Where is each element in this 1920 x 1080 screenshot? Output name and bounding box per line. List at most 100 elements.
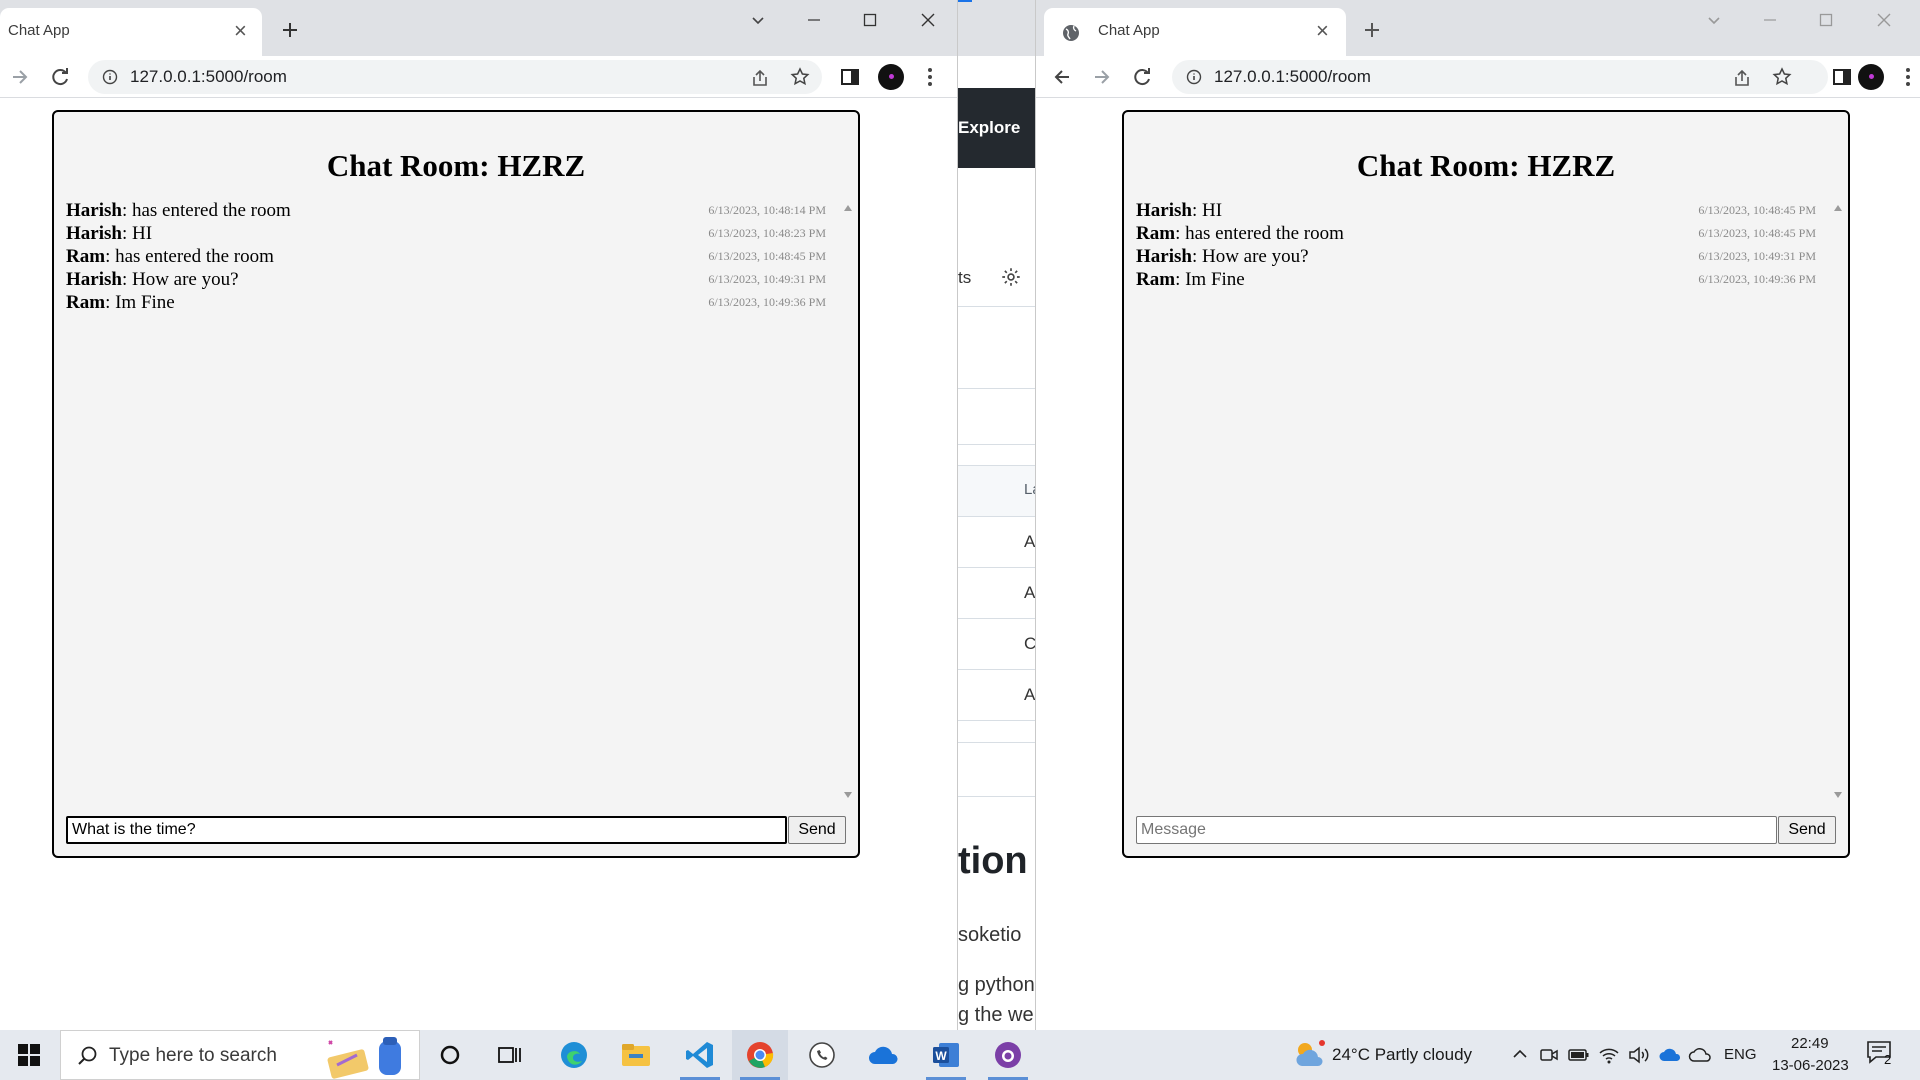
weather-partly-cloudy-icon[interactable] bbox=[1292, 1038, 1326, 1072]
search-placeholder: Type here to search bbox=[109, 1045, 277, 1066]
message-text: : Im Fine bbox=[1175, 269, 1245, 290]
cortana-icon[interactable] bbox=[424, 1030, 476, 1080]
snippet-heading: tion bbox=[958, 840, 1028, 882]
bookmark-star-icon[interactable] bbox=[790, 67, 810, 87]
word-icon[interactable]: W bbox=[918, 1030, 974, 1080]
svg-text:W: W bbox=[935, 1049, 947, 1063]
github-header: Explore bbox=[958, 88, 1035, 168]
maximize-icon[interactable] bbox=[842, 0, 898, 40]
message-timestamp: 6/13/2023, 10:48:14 PM bbox=[708, 203, 826, 217]
volume-icon[interactable] bbox=[1628, 1045, 1650, 1065]
clock-date[interactable]: 13-06-2023 bbox=[1772, 1057, 1849, 1074]
share-icon[interactable] bbox=[750, 68, 770, 88]
minimize-icon[interactable] bbox=[786, 0, 842, 40]
site-info-icon[interactable] bbox=[1186, 69, 1202, 85]
onedrive-icon[interactable] bbox=[856, 1030, 912, 1080]
chat-message: Ram: has entered the room 6/13/2023, 10:4… bbox=[1136, 223, 1816, 246]
scroll-up-arrow-icon[interactable] bbox=[1834, 205, 1842, 211]
tab-title: Chat App bbox=[8, 22, 70, 39]
maximize-icon[interactable] bbox=[1798, 0, 1854, 40]
snippet-text: A bbox=[1024, 583, 1036, 602]
forward-icon[interactable] bbox=[1090, 65, 1114, 89]
tab-chat-app[interactable]: Chat App × bbox=[0, 8, 262, 56]
reload-icon[interactable] bbox=[1130, 65, 1154, 89]
battery-icon[interactable] bbox=[1568, 1047, 1590, 1063]
scroll-down-arrow-icon[interactable] bbox=[844, 792, 852, 798]
profile-avatar[interactable] bbox=[1858, 64, 1884, 90]
side-panel-icon[interactable] bbox=[838, 65, 862, 89]
close-tab-icon[interactable]: × bbox=[234, 20, 247, 42]
minimize-icon[interactable] bbox=[1742, 0, 1798, 40]
chevron-up-icon[interactable] bbox=[1512, 1047, 1528, 1061]
cloud-icon[interactable] bbox=[1688, 1047, 1712, 1063]
menu-kebab-icon[interactable] bbox=[1896, 65, 1920, 89]
snippet-text: C bbox=[1024, 634, 1036, 653]
message-input[interactable] bbox=[66, 816, 787, 844]
profile-avatar[interactable] bbox=[878, 64, 904, 90]
url-text: 127.0.0.1:5000/room bbox=[130, 67, 287, 86]
address-bar[interactable]: 127.0.0.1:5000/room bbox=[88, 60, 822, 94]
new-tab-icon[interactable] bbox=[278, 18, 302, 42]
language-indicator[interactable]: ENG bbox=[1724, 1046, 1757, 1063]
chat-message: Harish: HI 6/13/2023, 10:48:45 PM bbox=[1136, 200, 1816, 223]
message-list: Harish: HI 6/13/2023, 10:48:45 PM Ram: has… bbox=[1136, 200, 1816, 292]
send-button[interactable]: Send bbox=[788, 816, 846, 844]
share-icon[interactable] bbox=[1732, 68, 1752, 88]
chrome-icon[interactable] bbox=[732, 1030, 788, 1080]
message-timestamp: 6/13/2023, 10:48:23 PM bbox=[708, 226, 826, 240]
send-button[interactable]: Send bbox=[1778, 816, 1836, 844]
message-text: : How are you? bbox=[121, 269, 239, 290]
left-browser-window: Chat App × 127.0.0.1:5000/room Chat Room… bbox=[0, 0, 958, 1030]
tab-search-icon[interactable] bbox=[1686, 0, 1742, 40]
snippet-text: A bbox=[1024, 532, 1036, 551]
site-info-icon[interactable] bbox=[102, 69, 118, 85]
settings-gear-icon[interactable] bbox=[1000, 266, 1022, 288]
taskbar-search[interactable]: Type here to search bbox=[60, 1030, 420, 1080]
notification-button[interactable]: 2 bbox=[1866, 1040, 1900, 1070]
tab-search-icon[interactable] bbox=[730, 0, 786, 40]
address-bar[interactable]: 127.0.0.1:5000/room bbox=[1172, 60, 1828, 94]
whatsapp-icon[interactable] bbox=[794, 1030, 850, 1080]
scroll-down-arrow-icon[interactable] bbox=[1834, 792, 1842, 798]
tab-chat-app[interactable]: Chat App × bbox=[1044, 8, 1346, 56]
forward-icon[interactable] bbox=[8, 65, 32, 89]
scroll-up-arrow-icon[interactable] bbox=[844, 205, 852, 211]
message-input-bar: Send bbox=[66, 816, 846, 844]
new-tab-icon[interactable] bbox=[1360, 18, 1384, 42]
message-sender: Harish bbox=[66, 223, 122, 244]
github-desktop-icon[interactable] bbox=[980, 1030, 1036, 1080]
chat-message: Ram: Im Fine 6/13/2023, 10:49:36 PM bbox=[1136, 269, 1816, 292]
message-list: Harish: has entered the room 6/13/2023, 1… bbox=[66, 200, 826, 315]
reload-icon[interactable] bbox=[48, 65, 72, 89]
message-input[interactable] bbox=[1136, 816, 1777, 844]
wifi-icon[interactable] bbox=[1598, 1045, 1620, 1065]
message-timestamp: 6/13/2023, 10:49:36 PM bbox=[708, 295, 826, 309]
menu-kebab-icon[interactable] bbox=[918, 65, 942, 89]
close-tab-icon[interactable]: × bbox=[1316, 20, 1329, 42]
weather-text[interactable]: 24°C Partly cloudy bbox=[1332, 1045, 1472, 1065]
clock-time[interactable]: 22:49 bbox=[1791, 1035, 1829, 1052]
browser-toolbar: 127.0.0.1:5000/room bbox=[1036, 56, 1920, 98]
message-timestamp: 6/13/2023, 10:49:36 PM bbox=[1698, 272, 1816, 286]
close-window-icon[interactable] bbox=[1856, 0, 1912, 40]
side-panel-icon[interactable] bbox=[1830, 65, 1854, 89]
file-explorer-icon[interactable] bbox=[610, 1030, 662, 1080]
message-text: : Im Fine bbox=[105, 292, 175, 313]
message-sender: Ram bbox=[1136, 223, 1176, 244]
chat-room-title: Chat Room: HZRZ bbox=[326, 148, 586, 183]
bookmark-star-icon[interactable] bbox=[1772, 67, 1792, 87]
task-view-icon[interactable] bbox=[484, 1030, 536, 1080]
edge-icon[interactable] bbox=[548, 1030, 600, 1080]
close-window-icon[interactable] bbox=[900, 0, 956, 40]
message-sender: Ram bbox=[66, 292, 106, 313]
camera-icon[interactable] bbox=[1540, 1046, 1558, 1064]
tab-strip: Chat App × bbox=[0, 0, 957, 56]
message-sender: Harish bbox=[1136, 200, 1192, 221]
start-button[interactable] bbox=[0, 1030, 58, 1080]
vscode-icon[interactable] bbox=[672, 1030, 728, 1080]
explore-link[interactable]: Explore bbox=[958, 118, 1020, 138]
message-text: : How are you? bbox=[1191, 246, 1309, 267]
back-icon[interactable] bbox=[1050, 65, 1074, 89]
message-sender: Harish bbox=[66, 200, 122, 221]
onedrive-tray-icon[interactable] bbox=[1658, 1047, 1682, 1063]
